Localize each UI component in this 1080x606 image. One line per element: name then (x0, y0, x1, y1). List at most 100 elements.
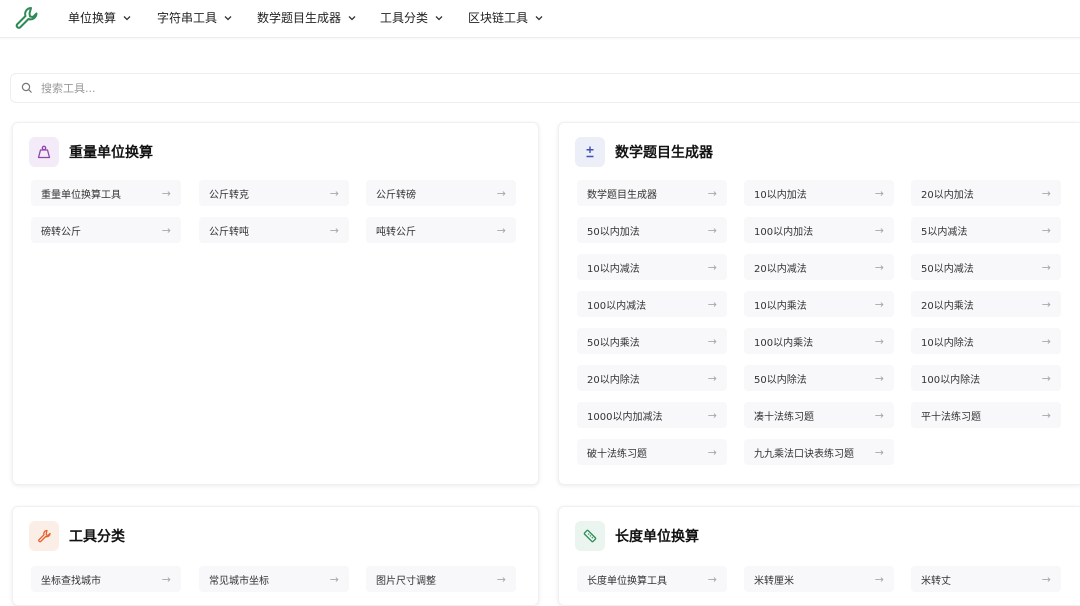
tool-link[interactable]: 坐标查找城市 → (31, 566, 181, 592)
tool-label: 米转厘米 (754, 575, 794, 587)
tool-link[interactable]: 100以内减法 → (577, 291, 727, 317)
tool-label: 20以内除法 (587, 374, 640, 386)
tool-label: 50以内减法 (921, 263, 974, 275)
tool-label: 图片尺寸调整 (376, 575, 436, 587)
tool-link[interactable]: 破十法练习题 → (577, 439, 727, 465)
arrow-right-icon: → (874, 371, 884, 385)
tool-link[interactable]: 九九乘法口诀表练习题 → (744, 439, 894, 465)
tool-link[interactable]: 50以内减法 → (911, 254, 1061, 280)
tool-link[interactable]: 100以内加法 → (744, 217, 894, 243)
arrow-right-icon: → (496, 223, 506, 237)
tool-link[interactable]: 常见城市坐标 → (199, 566, 349, 592)
tool-link[interactable]: 平十法练习题 → (911, 402, 1061, 428)
search-icon (21, 82, 32, 93)
card-title: 工具分类 (69, 529, 125, 545)
tool-label: 公斤转克 (209, 189, 249, 201)
nav-tool-categories[interactable]: 工具分类 (380, 9, 444, 26)
arrow-right-icon: → (707, 408, 717, 422)
tool-label: 常见城市坐标 (209, 575, 269, 587)
tool-label: 九九乘法口诀表练习题 (754, 448, 854, 460)
nav-blockchain-tools[interactable]: 区块链工具 (468, 9, 544, 26)
arrow-right-icon: → (1041, 371, 1051, 385)
tool-label: 100以内减法 (587, 300, 647, 312)
arrow-right-icon: → (496, 186, 506, 200)
tool-link[interactable]: 10以内乘法 → (744, 291, 894, 317)
tool-label: 5以内减法 (921, 226, 968, 238)
tool-link[interactable]: 吨转公斤 → (366, 217, 516, 243)
tool-link[interactable]: 10以内加法 → (744, 180, 894, 206)
card-length-conversion: 长度单位换算 长度单位换算工具 → 米转厘米 → 米转丈 → (558, 506, 1080, 606)
tool-link[interactable]: 1000以内加减法 → (577, 402, 727, 428)
tool-label: 50以内乘法 (587, 337, 640, 349)
card-header: 数学题目生成器 (575, 137, 713, 167)
card-title: 重量单位换算 (69, 145, 153, 161)
nav-string-tools[interactable]: 字符串工具 (157, 9, 233, 26)
arrow-right-icon: → (707, 223, 717, 237)
tool-link[interactable]: 10以内减法 → (577, 254, 727, 280)
nav-label: 区块链工具 (468, 11, 529, 25)
arrow-right-icon: → (496, 572, 506, 586)
tool-link[interactable]: 50以内加法 → (577, 217, 727, 243)
tool-link[interactable]: 100以内乘法 → (744, 328, 894, 354)
nav-label: 字符串工具 (157, 11, 218, 25)
tool-link[interactable]: 50以内乘法 → (577, 328, 727, 354)
card-weight-conversion: 重量单位换算 重量单位换算工具 → 公斤转克 → 公斤转磅 → 磅转公斤 → 公斤转吨 →… (12, 122, 539, 485)
tool-label: 10以内减法 (587, 263, 640, 275)
tool-link[interactable]: 50以内除法 → (744, 365, 894, 391)
tool-link[interactable]: 公斤转克 → (199, 180, 349, 206)
chevron-down-icon (435, 15, 443, 20)
arrow-right-icon: → (874, 445, 884, 459)
nav-label: 单位换算 (68, 11, 117, 25)
tool-label: 50以内除法 (754, 374, 807, 386)
search-bar (10, 73, 1080, 103)
wrench-icon (29, 521, 59, 551)
nav-unit-conversion[interactable]: 单位换算 (68, 9, 132, 26)
arrow-right-icon: → (874, 260, 884, 274)
tool-link[interactable]: 米转丈 → (911, 566, 1061, 592)
arrow-right-icon: → (1041, 223, 1051, 237)
tool-link[interactable]: 20以内乘法 → (911, 291, 1061, 317)
tool-link[interactable]: 凑十法练习题 → (744, 402, 894, 428)
arrow-right-icon: → (707, 445, 717, 459)
card-header: 工具分类 (29, 521, 125, 551)
tool-link[interactable]: 磅转公斤 → (31, 217, 181, 243)
arrow-right-icon: → (707, 297, 717, 311)
nav-math-generator[interactable]: 数学题目生成器 (257, 9, 357, 26)
top-navigation: 单位换算 字符串工具 数学题目生成器 工具分类 区块链工具 (0, 0, 1080, 38)
arrow-right-icon: → (329, 572, 339, 586)
card-title: 长度单位换算 (615, 529, 699, 545)
tool-label: 重量单位换算工具 (41, 189, 121, 201)
card-tool-categories: 工具分类 坐标查找城市 → 常见城市坐标 → 图片尺寸调整 → (12, 506, 539, 606)
tool-link[interactable]: 20以内除法 → (577, 365, 727, 391)
tool-link[interactable]: 长度单位换算工具 → (577, 566, 727, 592)
tool-label: 1000以内加减法 (587, 411, 663, 423)
card-header: 重量单位换算 (29, 137, 153, 167)
tool-label: 公斤转磅 (376, 189, 416, 201)
arrow-right-icon: → (874, 334, 884, 348)
arrow-right-icon: → (707, 371, 717, 385)
tool-link[interactable]: 20以内加法 → (911, 180, 1061, 206)
tool-link[interactable]: 5以内减法 → (911, 217, 1061, 243)
arrow-right-icon: → (1041, 186, 1051, 200)
tool-link[interactable]: 10以内除法 → (911, 328, 1061, 354)
tool-label: 数学题目生成器 (587, 189, 657, 201)
search-input[interactable] (41, 81, 941, 95)
tool-link[interactable]: 数学题目生成器 → (577, 180, 727, 206)
tool-link[interactable]: 图片尺寸调整 → (366, 566, 516, 592)
tool-link[interactable]: 100以内除法 → (911, 365, 1061, 391)
tool-link[interactable]: 公斤转磅 → (366, 180, 516, 206)
card-header: 长度单位换算 (575, 521, 699, 551)
tool-link[interactable]: 重量单位换算工具 → (31, 180, 181, 206)
nav-label: 数学题目生成器 (257, 11, 342, 25)
arrow-right-icon: → (1041, 334, 1051, 348)
arrow-right-icon: → (707, 186, 717, 200)
arrow-right-icon: → (707, 334, 717, 348)
chevron-down-icon (348, 15, 356, 20)
tool-link[interactable]: 米转厘米 → (744, 566, 894, 592)
tool-label: 50以内加法 (587, 226, 640, 238)
card-math-generator: 数学题目生成器 数学题目生成器 → 10以内加法 → 20以内加法 → 50以内加法 →… (558, 122, 1080, 485)
tool-label: 吨转公斤 (376, 226, 416, 238)
tool-link[interactable]: 公斤转吨 → (199, 217, 349, 243)
wrench-logo-icon[interactable] (12, 4, 40, 32)
tool-link[interactable]: 20以内减法 → (744, 254, 894, 280)
